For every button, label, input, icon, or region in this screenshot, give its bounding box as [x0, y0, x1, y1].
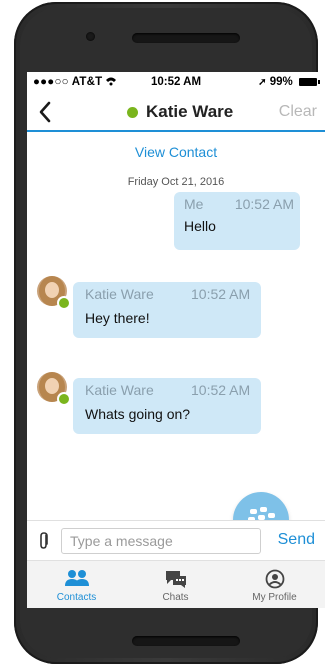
app-screen: ●●●○○ AT&T 10:52 AM ➚ 99% Katie Ware Cle… [27, 72, 325, 608]
message-time: 10:52 AM [234, 196, 294, 212]
bbm-logo-icon [268, 513, 275, 518]
message-sender: Me [184, 196, 204, 212]
avatar-face [45, 378, 59, 394]
presence-badge [57, 392, 71, 406]
message-bubble-me[interactable]: Me 10:52 AM Hello [174, 192, 300, 250]
status-right: ➚ 99% [258, 76, 320, 88]
bbm-logo-icon [260, 507, 267, 512]
battery-icon [299, 77, 320, 86]
contact-name: Katie Ware [146, 102, 234, 121]
bbm-logo-icon [250, 509, 257, 514]
bottom-speaker [132, 636, 240, 646]
tab-chats[interactable]: Chats [126, 561, 225, 608]
message-text: Hello [184, 218, 216, 234]
tab-contacts[interactable]: Contacts [27, 561, 126, 608]
message-time: 10:52 AM [191, 382, 251, 398]
tab-label: My Profile [252, 592, 297, 603]
tab-my-profile[interactable]: My Profile [225, 561, 324, 608]
top-speaker [132, 33, 240, 43]
battery-percent: 99% [269, 76, 293, 88]
message-text: Whats going on? [85, 406, 191, 422]
chat-area: View Contact Friday Oct 21, 2016 Me 10:5… [27, 132, 325, 548]
send-button[interactable]: Send [278, 531, 315, 549]
back-chevron-icon [39, 101, 51, 123]
tab-label: Contacts [56, 592, 97, 603]
paperclip-icon[interactable] [37, 531, 51, 551]
tab-label: Chats [162, 592, 189, 603]
message-input[interactable] [61, 528, 261, 554]
message-text: Hey there! [85, 310, 150, 326]
bottom-tab-bar: Contacts Chats My Profile [27, 560, 325, 608]
contacts-icon [64, 570, 89, 586]
profile-icon [265, 569, 284, 589]
message-sender: Katie Ware [85, 286, 154, 302]
message-sender: Katie Ware [85, 382, 154, 398]
presence-badge [57, 296, 71, 310]
message-time: 10:52 AM [191, 286, 251, 302]
message-composer: Send [27, 520, 325, 561]
contact-title: Katie Ware [127, 101, 233, 123]
front-camera [86, 32, 95, 41]
clear-button[interactable]: Clear [279, 103, 317, 121]
chats-icon [165, 571, 186, 588]
avatar-face [45, 282, 59, 298]
back-button[interactable] [37, 100, 55, 124]
wifi-icon [105, 76, 117, 89]
chat-header: Katie Ware Clear [27, 94, 325, 132]
status-time: 10:52 AM [151, 76, 202, 88]
message-bubble-contact[interactable]: Katie Ware 10:52 AM Hey there! [73, 282, 261, 338]
status-bar: ●●●○○ AT&T 10:52 AM ➚ 99% [27, 72, 325, 94]
date-separator: Friday Oct 21, 2016 [127, 176, 225, 188]
carrier-label: ●●●○○ AT&T [33, 76, 103, 88]
message-bubble-contact[interactable]: Katie Ware 10:52 AM Whats going on? [73, 378, 261, 434]
location-icon: ➚ [258, 77, 267, 88]
presence-dot [127, 106, 138, 118]
view-contact-link[interactable]: View Contact [27, 144, 325, 160]
